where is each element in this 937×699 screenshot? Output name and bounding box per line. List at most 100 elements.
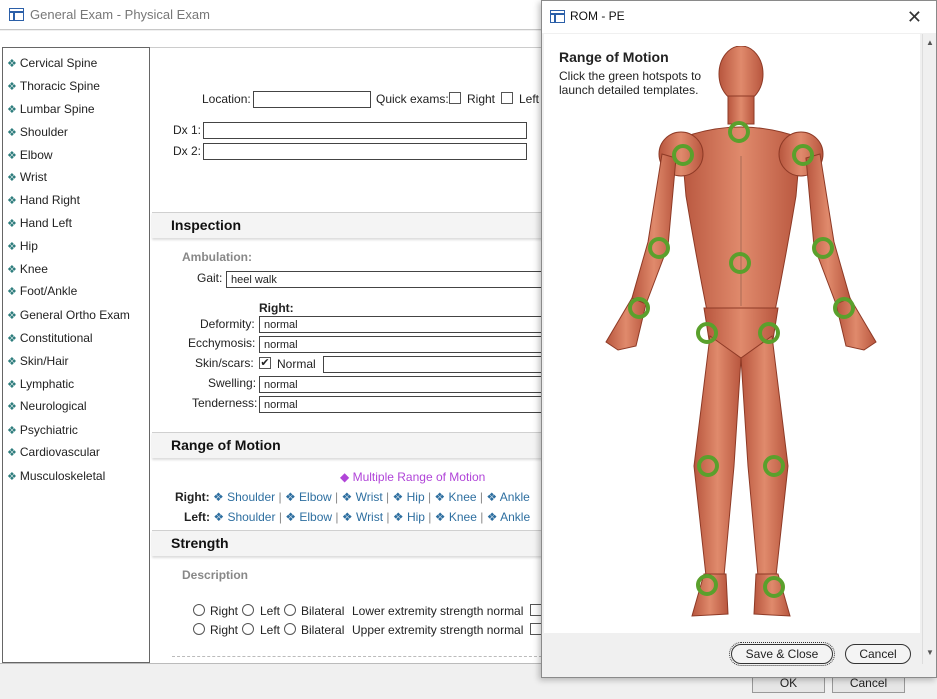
diamond-bullet-icon: ❖ [7,447,17,459]
rom-right-knee-link[interactable]: ❖ Knee [434,490,476,504]
sidebar-item-skin-hair[interactable]: ❖ Skin/Hair [7,354,69,372]
rom-right-ankle-link[interactable]: ❖ Ankle [486,490,529,504]
rom-left-shoulder-link[interactable]: ❖ Shoulder [213,510,275,524]
close-icon[interactable]: ✕ [907,7,922,28]
hotspot-left-knee[interactable] [763,455,785,477]
sidebar-item-elbow[interactable]: ❖ Elbow [7,148,53,166]
sidebar-item-psychiatric[interactable]: ❖ Psychiatric [7,423,78,441]
hotspot-right-knee[interactable] [697,455,719,477]
tenderness-input[interactable]: normal [259,396,542,413]
rom-left-knee-link[interactable]: ❖ Knee [435,510,477,524]
sidebar-item-cardiovascular[interactable]: ❖ Cardiovascular [7,445,100,463]
rom-left-hip-link[interactable]: ❖ Hip [393,510,425,524]
skin-scars-label: Skin/scars: [195,356,254,370]
quick-right-checkbox[interactable] [449,92,461,104]
skin-normal-checkbox[interactable]: ✔ [259,357,271,369]
swelling-input[interactable]: normal [259,376,542,393]
diamond-bullet-icon: ❖ [7,195,17,207]
hotspot-left-wrist[interactable] [833,297,855,319]
sidebar-item-shoulder[interactable]: ❖ Shoulder [7,125,68,143]
sidebar-item-musculoskeletal[interactable]: ❖ Musculoskeletal [7,469,105,487]
diamond-bullet-icon: ❖ [7,104,17,116]
rom-left-elbow-link[interactable]: ❖ Elbow [285,510,332,524]
upper-bilateral-radio[interactable] [284,623,296,635]
lower-bilateral-radio[interactable] [284,604,296,616]
rom-title: Range of Motion [171,437,281,453]
table-form-icon [550,10,565,23]
sidebar-item-hip[interactable]: ❖ Hip [7,239,38,257]
dialog-cancel-button[interactable]: Cancel [845,644,911,664]
lower-right-label: Right [210,604,239,618]
quick-left-checkbox[interactable] [501,92,513,104]
diamond-bullet-icon: ❖ [7,379,17,391]
rom-right-hip-link[interactable]: ❖ Hip [393,490,425,504]
hotspot-right-hip[interactable] [696,322,718,344]
gait-label: Gait: [197,271,223,285]
hotspot-right-wrist[interactable] [628,297,650,319]
lower-left-radio[interactable] [242,604,254,616]
location-input[interactable] [253,91,371,108]
gait-input[interactable]: heel walk [226,271,542,288]
hotspot-right-ankle[interactable] [696,574,718,596]
diamond-bullet-icon: ❖ [7,218,17,230]
scroll-down-icon[interactable]: ▼ [926,648,934,657]
dx1-input[interactable] [203,122,527,139]
sidebar-item-hand-left[interactable]: ❖ Hand Left [7,216,72,234]
sidebar-item-neurological[interactable]: ❖ Neurological [7,399,87,417]
hotspot-right-shoulder[interactable] [672,144,694,166]
upper-right-label: Right [210,623,239,637]
sidebar-item-constitutional[interactable]: ❖ Constitutional [7,331,93,349]
hotspot-neck[interactable] [728,121,750,143]
upper-left-radio[interactable] [242,623,254,635]
sidebar-item-thoracic-spine[interactable]: ❖ Thoracic Spine [7,79,100,97]
strength-section-header: Strength [152,530,542,556]
rom-left-ankle-link[interactable]: ❖ Ankle [487,510,530,524]
scroll-up-icon[interactable]: ▲ [926,38,934,47]
divider [172,656,542,657]
quick-right-label: Right [467,92,496,106]
upper-bilateral-label: Bilateral [301,623,345,637]
deformity-input[interactable]: normal [259,316,542,333]
lower-right-radio[interactable] [193,604,205,616]
hotspot-left-ankle[interactable] [763,576,785,598]
hotspot-lumbar[interactable] [729,252,751,274]
diamond-bullet-icon: ❖ [7,471,17,483]
sidebar-item-lymphatic[interactable]: ❖ Lymphatic [7,377,74,395]
dialog-title-bar: ROM - PE ✕ [542,1,936,33]
quick-exams-label: Quick exams: [376,92,449,106]
save-close-button[interactable]: Save & Close [729,642,835,666]
diamond-bullet-icon: ❖ [7,333,17,345]
rom-section-header: Range of Motion [152,432,542,458]
hotspot-left-shoulder[interactable] [792,144,814,166]
sidebar-item-hand-right[interactable]: ❖ Hand Right [7,193,80,211]
dx2-label: Dx 2: [173,144,202,158]
sidebar-nav: ❖ Cervical Spine ❖ Thoracic Spine ❖ Lumbar … [2,47,150,663]
dialog-scrollbar[interactable]: ▲ ▼ [922,34,935,664]
sidebar-item-knee[interactable]: ❖ Knee [7,262,48,280]
sidebar-item-cervical-spine[interactable]: ❖ Cervical Spine [7,56,97,74]
rom-right-wrist-link[interactable]: ❖ Wrist [342,490,383,504]
rom-pe-dialog: ROM - PE ✕ Range of Motion Click the gre… [541,0,937,678]
lower-left-label: Left [260,604,281,618]
hotspot-left-elbow[interactable] [812,237,834,259]
hotspot-right-elbow[interactable] [648,237,670,259]
multiple-rom-link[interactable]: ◆ Multiple Range of Motion [340,470,485,484]
lower-bilateral-label: Bilateral [301,604,345,618]
rom-left-wrist-link[interactable]: ❖ Wrist [342,510,383,524]
upper-right-radio[interactable] [193,623,205,635]
sidebar-item-foot-ankle[interactable]: ❖ Foot/Ankle [7,284,77,302]
upper-strength-label: Upper extremity strength normal [352,623,524,637]
sidebar-item-general-ortho-exam[interactable]: ❖ General Ortho Exam [7,308,130,326]
sidebar-item-lumbar-spine[interactable]: ❖ Lumbar Spine [7,102,95,120]
hotspot-left-hip[interactable] [758,322,780,344]
rom-right-elbow-link[interactable]: ❖ Elbow [285,490,332,504]
sidebar-item-wrist[interactable]: ❖ Wrist [7,170,47,188]
diamond-bullet-icon: ❖ [7,401,17,413]
ecchymosis-input[interactable]: normal [259,336,542,353]
quick-left-label: Left [519,92,540,106]
diamond-bullet-icon: ❖ [7,150,17,162]
diamond-bullet-icon: ❖ [7,286,17,298]
rom-right-shoulder-link[interactable]: ❖ Shoulder [213,490,275,504]
dx2-input[interactable] [203,143,527,160]
skin-scars-input[interactable] [323,356,542,373]
